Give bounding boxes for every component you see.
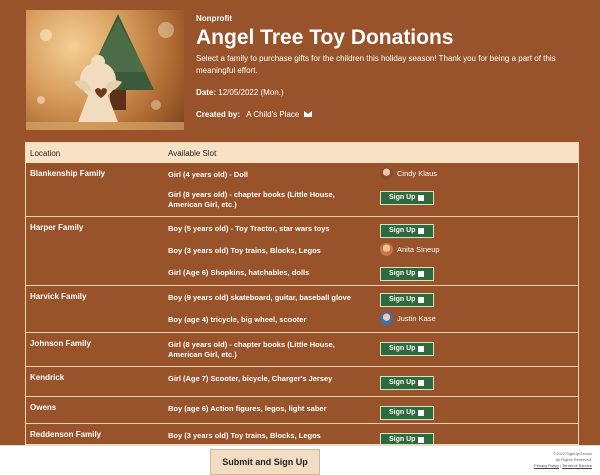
- col-location: Location: [30, 149, 61, 158]
- creator-label: Created by:: [196, 110, 241, 119]
- signed-up-person: Justin Kase: [380, 312, 436, 325]
- date-line: Date: 12/05/2022 (Mon.): [196, 88, 284, 97]
- slot-description: Girl (Age 7) Scooter, bicycle, Charger's…: [168, 374, 333, 383]
- sign-up-label: Sign Up: [389, 379, 416, 386]
- sign-up-button[interactable]: Sign Up: [380, 406, 434, 420]
- person-name: Anita Sineup: [397, 245, 440, 254]
- table-row: Reddenson Family Boy (3 years old) Toy t…: [26, 424, 578, 444]
- sign-up-label: Sign Up: [389, 227, 416, 234]
- table-row: Blankenship Family Girl (4 years old) - …: [26, 163, 578, 217]
- sign-up-button[interactable]: Sign Up: [380, 224, 434, 238]
- location-name: Johnson Family: [30, 339, 91, 348]
- slot-description: Girl (Age 6) Shopkins, hatchables, dolls: [168, 268, 310, 277]
- location-name: Blankenship Family: [30, 169, 106, 178]
- table-row: Harper Family Boy (5 years old) - Toy Tr…: [26, 217, 578, 286]
- table-row: Johnson Family Girl (8 years old) - chap…: [26, 333, 578, 367]
- slot-line-1: Girl (8 years old) - chapter books (Litt…: [168, 190, 335, 199]
- checkbox-icon: [418, 195, 424, 201]
- creator-line: Created by: A Child's Place: [196, 110, 312, 119]
- sign-up-label: Sign Up: [389, 296, 416, 303]
- location-name: Owens: [30, 403, 57, 412]
- sign-up-button[interactable]: Sign Up: [380, 376, 434, 390]
- slot-description: Girl (8 years old) - chapter books (Litt…: [168, 190, 335, 210]
- link-separator: |: [560, 463, 562, 468]
- sign-up-button[interactable]: Sign Up: [380, 342, 434, 356]
- location-name: Harper Family: [30, 223, 84, 232]
- slot-description: Boy (9 years old) skateboard, guitar, ba…: [168, 293, 351, 302]
- sign-up-label: Sign Up: [389, 409, 416, 416]
- sign-up-button[interactable]: Sign Up: [380, 267, 434, 281]
- angel-tree-image: [26, 10, 184, 130]
- checkbox-icon: [418, 437, 424, 443]
- signed-up-person: Anita Sineup: [380, 243, 440, 256]
- table-row: Harvick Family Boy (9 years old) skatebo…: [26, 286, 578, 333]
- table-row: Owens Boy (age 6) Action figures, legos,…: [26, 397, 578, 424]
- avatar: [380, 243, 393, 256]
- sign-up-label: Sign Up: [389, 345, 416, 352]
- date-value: 12/05/2022 (Mon.): [218, 88, 284, 97]
- slot-line-1: Girl (8 years old) - chapter books (Litt…: [168, 340, 335, 349]
- terms-of-service-link[interactable]: Terms of Service: [562, 463, 592, 468]
- page-title: Angel Tree Toy Donations: [196, 26, 454, 49]
- slot-description: Boy (3 years old) Toy trains, Blocks, Le…: [168, 431, 321, 440]
- slot-line-2: American Girl, etc.): [168, 350, 237, 359]
- sign-up-button[interactable]: Sign Up: [380, 191, 434, 205]
- sign-up-label: Sign Up: [389, 436, 416, 443]
- signed-up-person: Cindy Klaus: [380, 167, 437, 180]
- location-name: Harvick Family: [30, 292, 87, 301]
- col-slot: Available Slot: [168, 149, 217, 158]
- checkbox-icon: [418, 228, 424, 234]
- privacy-policy-link[interactable]: Privacy Policy: [534, 463, 559, 468]
- header: Nonprofit Angel Tree Toy Donations Selec…: [26, 10, 576, 132]
- slot-description: Boy (age 4) tricycle, big wheel, scooter: [168, 315, 307, 324]
- signup-table: Location Available Slot Blankenship Fami…: [25, 142, 579, 445]
- checkbox-icon: [418, 346, 424, 352]
- date-label: Date:: [196, 88, 217, 97]
- creator-value: A Child's Place: [246, 110, 300, 119]
- slot-description: Boy (age 6) Action figures, legos, light…: [168, 404, 327, 413]
- avatar: [380, 312, 393, 325]
- table-header: Location Available Slot: [26, 143, 578, 163]
- slot-line-2: American Girl, etc.): [168, 200, 237, 209]
- submit-and-sign-up-button[interactable]: Submit and Sign Up: [210, 449, 320, 475]
- description: Select a family to purchase gifts for th…: [196, 54, 556, 75]
- footer-bar: Submit and Sign Up ©2022 SignUpGenius Al…: [0, 445, 600, 475]
- sign-up-button[interactable]: Sign Up: [380, 433, 434, 444]
- org-type: Nonprofit: [196, 14, 232, 23]
- person-name: Cindy Klaus: [397, 169, 438, 178]
- person-name: Justin Kase: [397, 314, 436, 323]
- location-name: Reddenson Family: [30, 430, 102, 439]
- checkbox-icon: [418, 380, 424, 386]
- sign-up-button[interactable]: Sign Up: [380, 293, 434, 307]
- sign-up-label: Sign Up: [389, 270, 416, 277]
- table-row: Kendrick Girl (Age 7) Scooter, bicycle, …: [26, 367, 578, 397]
- location-name: Kendrick: [30, 373, 65, 382]
- checkbox-icon: [418, 410, 424, 416]
- slot-description: Boy (3 years old) Toy trains, Blocks, Le…: [168, 246, 321, 255]
- avatar: [380, 167, 393, 180]
- sign-up-label: Sign Up: [389, 194, 416, 201]
- mail-icon[interactable]: [303, 110, 312, 117]
- slot-description: Boy (5 years old) - Toy Tractor, star wa…: [168, 224, 330, 233]
- slot-description: Girl (8 years old) - chapter books (Litt…: [168, 340, 335, 360]
- slot-description: Girl (4 years old) - Doll: [168, 170, 249, 179]
- checkbox-icon: [418, 297, 424, 303]
- checkbox-icon: [418, 271, 424, 277]
- copyright: ©2022 SignUpGenius All Rights Reserved. …: [534, 451, 592, 469]
